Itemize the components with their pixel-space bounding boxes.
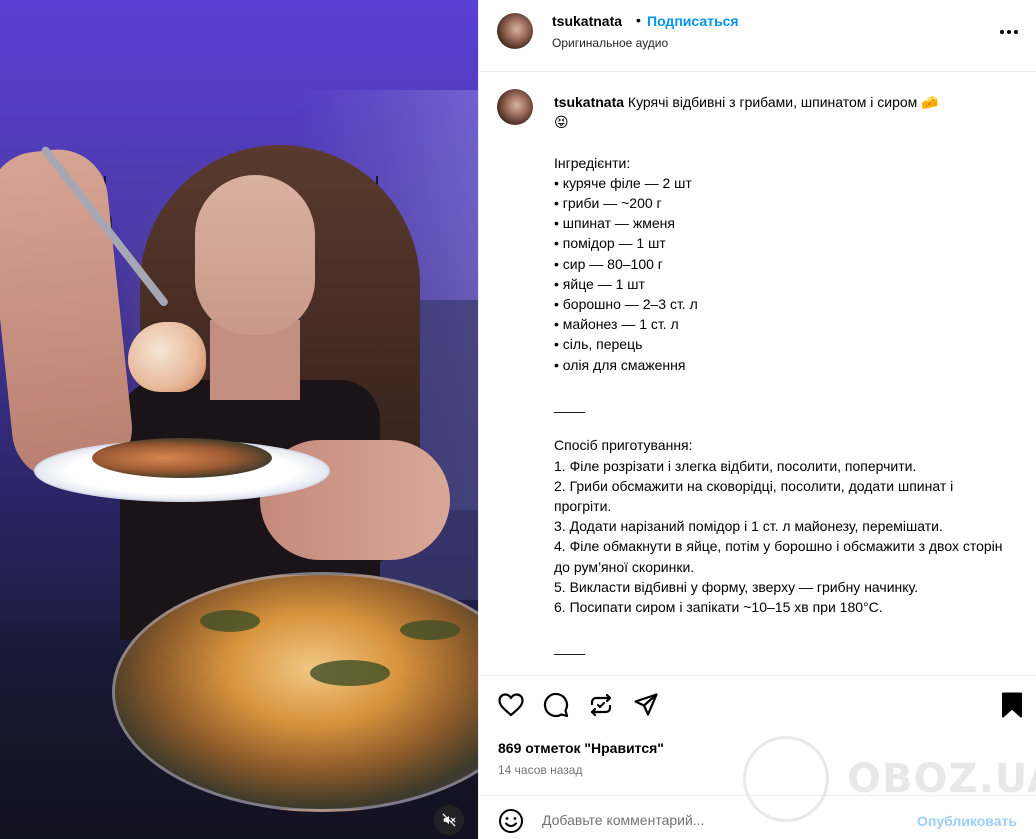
- bookmark-icon: [1002, 692, 1022, 718]
- caption-body: Курячі відбивні з грибами, шпинатом і си…: [554, 94, 1003, 656]
- avatar[interactable]: [497, 89, 533, 125]
- emoji-button[interactable]: [498, 808, 524, 834]
- post-actions: OBOZ.UA 869 отметок "Нравится" 14 часов …: [479, 675, 1036, 822]
- caption-username[interactable]: tsukatnata: [554, 94, 624, 110]
- reel-video[interactable]: [0, 0, 478, 839]
- follow-button[interactable]: Подписаться: [647, 13, 739, 29]
- post-time[interactable]: 14 часов назад: [498, 763, 582, 777]
- more-options-button[interactable]: [997, 20, 1021, 44]
- dish-spinach: [310, 660, 390, 686]
- person-face: [195, 175, 315, 335]
- comment-icon: [543, 692, 569, 718]
- person-left-arm: [0, 144, 137, 486]
- separator-dot: •: [636, 12, 641, 28]
- comment-bar: Опубликовать: [479, 795, 1036, 839]
- emoji-smile-icon: [499, 809, 523, 833]
- caption-text: tsukatnata Курячі відбивні з грибами, шп…: [554, 92, 1014, 658]
- speaker-muted-icon: [442, 813, 456, 827]
- publish-button[interactable]: Опубликовать: [917, 813, 1017, 829]
- heart-icon: [498, 693, 524, 717]
- post-panel: tsukatnata • Подписаться Оригинальное ау…: [478, 0, 1036, 839]
- share-button[interactable]: [631, 690, 661, 720]
- audio-link[interactable]: Оригинальное аудио: [552, 36, 668, 50]
- repost-icon: [590, 693, 612, 717]
- avatar[interactable]: [497, 13, 533, 49]
- comment-button[interactable]: [541, 690, 571, 720]
- dish-spinach: [200, 610, 260, 632]
- repost-button[interactable]: [586, 690, 616, 720]
- dish-spinach: [400, 620, 460, 640]
- comment-input[interactable]: [542, 808, 902, 832]
- caption-section: tsukatnata Курячі відбивні з грибами, шп…: [479, 73, 1036, 675]
- food-bite: [128, 322, 206, 392]
- author-username[interactable]: tsukatnata: [552, 13, 622, 29]
- more-horizontal-icon: [1000, 30, 1018, 34]
- like-button[interactable]: [496, 690, 526, 720]
- share-icon: [634, 693, 658, 716]
- post-header: tsukatnata • Подписаться Оригинальное ау…: [479, 0, 1036, 72]
- likes-count[interactable]: 869 отметок "Нравится": [498, 740, 664, 756]
- mute-button[interactable]: [434, 805, 464, 835]
- save-button[interactable]: [997, 690, 1027, 720]
- plate-food: [92, 438, 272, 478]
